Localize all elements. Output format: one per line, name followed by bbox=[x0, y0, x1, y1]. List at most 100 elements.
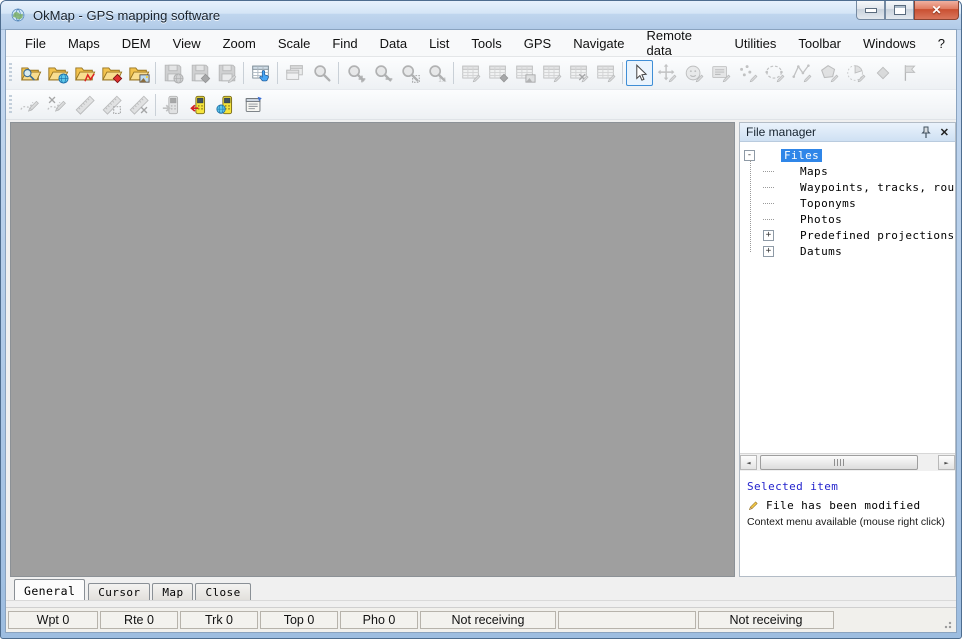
draw-track-button[interactable] bbox=[17, 92, 44, 118]
menu-find[interactable]: Find bbox=[321, 32, 368, 55]
save-waypoints-button[interactable] bbox=[186, 60, 213, 86]
tree-item-waypoints-tracks-routes[interactable]: Waypoints, tracks, routes bbox=[740, 179, 955, 195]
properties-button[interactable] bbox=[240, 92, 267, 118]
open-photos-button[interactable] bbox=[125, 60, 152, 86]
ruler-area-button[interactable] bbox=[98, 92, 125, 118]
menu-scale[interactable]: Scale bbox=[267, 32, 322, 55]
duplicate-window-button[interactable] bbox=[281, 60, 308, 86]
zoom-actual-size-button[interactable] bbox=[423, 60, 450, 86]
edit-polyline-button[interactable] bbox=[788, 60, 815, 86]
table-edit-button[interactable] bbox=[457, 60, 484, 86]
tree-item-photos[interactable]: Photos bbox=[740, 211, 955, 227]
collapse-icon[interactable]: - bbox=[744, 150, 755, 161]
tab-general[interactable]: General bbox=[14, 579, 85, 600]
menu-zoom[interactable]: Zoom bbox=[212, 32, 267, 55]
map-canvas[interactable] bbox=[10, 122, 735, 577]
open-project-button[interactable] bbox=[17, 60, 44, 86]
minimize-button[interactable] bbox=[856, 1, 885, 20]
window-controls: ✕ bbox=[856, 1, 959, 20]
tree-label-projections[interactable]: Predefined projections bbox=[800, 229, 955, 242]
new-route-flag-button[interactable] bbox=[896, 60, 923, 86]
tab-close[interactable]: Close bbox=[195, 583, 250, 600]
scrollbar-track[interactable] bbox=[758, 455, 937, 470]
ruler-distance-button[interactable] bbox=[71, 92, 98, 118]
edit-toponym-button[interactable] bbox=[707, 60, 734, 86]
select-tool-button[interactable] bbox=[626, 60, 653, 86]
tree-label-toponyms[interactable]: Toponyms bbox=[800, 197, 856, 210]
menu-list[interactable]: List bbox=[418, 32, 460, 55]
table-delete-button[interactable] bbox=[565, 60, 592, 86]
tree-label-files[interactable]: Files bbox=[781, 149, 822, 162]
save-map-button[interactable] bbox=[159, 60, 186, 86]
scrollbar-thumb[interactable] bbox=[760, 455, 918, 470]
maximize-button[interactable] bbox=[885, 1, 914, 20]
table-waypoints-button[interactable] bbox=[484, 60, 511, 86]
edit-arc-button[interactable] bbox=[842, 60, 869, 86]
open-waypoints-button[interactable] bbox=[98, 60, 125, 86]
open-map-button[interactable] bbox=[44, 60, 71, 86]
scroll-right-arrow[interactable]: ► bbox=[938, 455, 955, 470]
close-button[interactable]: ✕ bbox=[914, 1, 959, 20]
edit-multipoint-button[interactable] bbox=[734, 60, 761, 86]
tab-cursor[interactable]: Cursor bbox=[88, 583, 150, 600]
zoom-in-button[interactable] bbox=[342, 60, 369, 86]
select-waypoints-grid-button[interactable] bbox=[247, 60, 274, 86]
pin-icon[interactable] bbox=[920, 126, 932, 139]
gps-receive-button[interactable] bbox=[186, 92, 213, 118]
title-bar[interactable]: OkMap - GPS mapping software ✕ bbox=[1, 1, 961, 30]
table-tracks-button[interactable] bbox=[538, 60, 565, 86]
scroll-left-arrow[interactable]: ◄ bbox=[740, 455, 757, 470]
table-routes-button[interactable] bbox=[592, 60, 619, 86]
status-bar: Wpt 0 Rte 0 Trk 0 Top 0 Pho 0 Not receiv… bbox=[6, 607, 956, 632]
tree-label-photos[interactable]: Photos bbox=[800, 213, 842, 226]
expand-icon[interactable]: + bbox=[763, 230, 774, 241]
tree-item-toponyms[interactable]: Toponyms bbox=[740, 195, 955, 211]
magnifier-window-button[interactable] bbox=[308, 60, 335, 86]
edit-polygon-button[interactable] bbox=[815, 60, 842, 86]
menu-bar: File Maps DEM View Zoom Scale Find Data … bbox=[6, 30, 956, 57]
zoom-window-button[interactable] bbox=[396, 60, 423, 86]
new-waypoint-button[interactable] bbox=[869, 60, 896, 86]
menu-maps[interactable]: Maps bbox=[57, 32, 111, 55]
status-tracks: Trk 0 bbox=[180, 611, 258, 629]
tree-label-waypoints[interactable]: Waypoints, tracks, routes bbox=[800, 181, 955, 194]
tree-item-datums[interactable]: + Datums bbox=[740, 243, 955, 259]
toolbar-grip[interactable] bbox=[9, 63, 12, 83]
menu-gps[interactable]: GPS bbox=[513, 32, 562, 55]
menu-windows[interactable]: Windows bbox=[852, 32, 927, 55]
resize-grip[interactable] bbox=[942, 619, 952, 629]
edit-waypoint-button[interactable] bbox=[680, 60, 707, 86]
edit-ellipse-button[interactable] bbox=[761, 60, 788, 86]
menu-utilities[interactable]: Utilities bbox=[723, 32, 787, 55]
file-tree: - Files Maps Waypoints, tracks, routes bbox=[740, 142, 955, 453]
menu-toolbar[interactable]: Toolbar bbox=[787, 32, 852, 55]
move-point-button[interactable] bbox=[653, 60, 680, 86]
gps-send-button[interactable] bbox=[159, 92, 186, 118]
status-waypoints: Wpt 0 bbox=[8, 611, 98, 629]
open-tracks-button[interactable] bbox=[71, 60, 98, 86]
tree-label-maps[interactable]: Maps bbox=[800, 165, 828, 178]
menu-help[interactable]: ? bbox=[927, 32, 956, 55]
gps-realtime-button[interactable] bbox=[213, 92, 240, 118]
tree-item-predefined-projections[interactable]: + Predefined projections bbox=[740, 227, 955, 243]
menu-tools[interactable]: Tools bbox=[460, 32, 512, 55]
ruler-delete-button[interactable] bbox=[125, 92, 152, 118]
save-tracks-button[interactable] bbox=[213, 60, 240, 86]
menu-navigate[interactable]: Navigate bbox=[562, 32, 635, 55]
tab-map[interactable]: Map bbox=[152, 583, 193, 600]
menu-dem[interactable]: DEM bbox=[111, 32, 162, 55]
tree-stub bbox=[763, 219, 774, 220]
menu-view[interactable]: View bbox=[162, 32, 212, 55]
expand-icon[interactable]: + bbox=[763, 246, 774, 257]
workspace: File manager ✕ - Files Maps bbox=[6, 120, 956, 579]
panel-close-icon[interactable]: ✕ bbox=[938, 126, 951, 139]
menu-file[interactable]: File bbox=[14, 32, 57, 55]
table-photos-button[interactable] bbox=[511, 60, 538, 86]
tree-item-files[interactable]: - Files bbox=[740, 147, 955, 163]
zoom-out-button[interactable] bbox=[369, 60, 396, 86]
toolbar-grip[interactable] bbox=[9, 95, 12, 115]
menu-data[interactable]: Data bbox=[369, 32, 418, 55]
tree-item-maps[interactable]: Maps bbox=[740, 163, 955, 179]
tree-label-datums[interactable]: Datums bbox=[800, 245, 842, 258]
delete-track-button[interactable] bbox=[44, 92, 71, 118]
